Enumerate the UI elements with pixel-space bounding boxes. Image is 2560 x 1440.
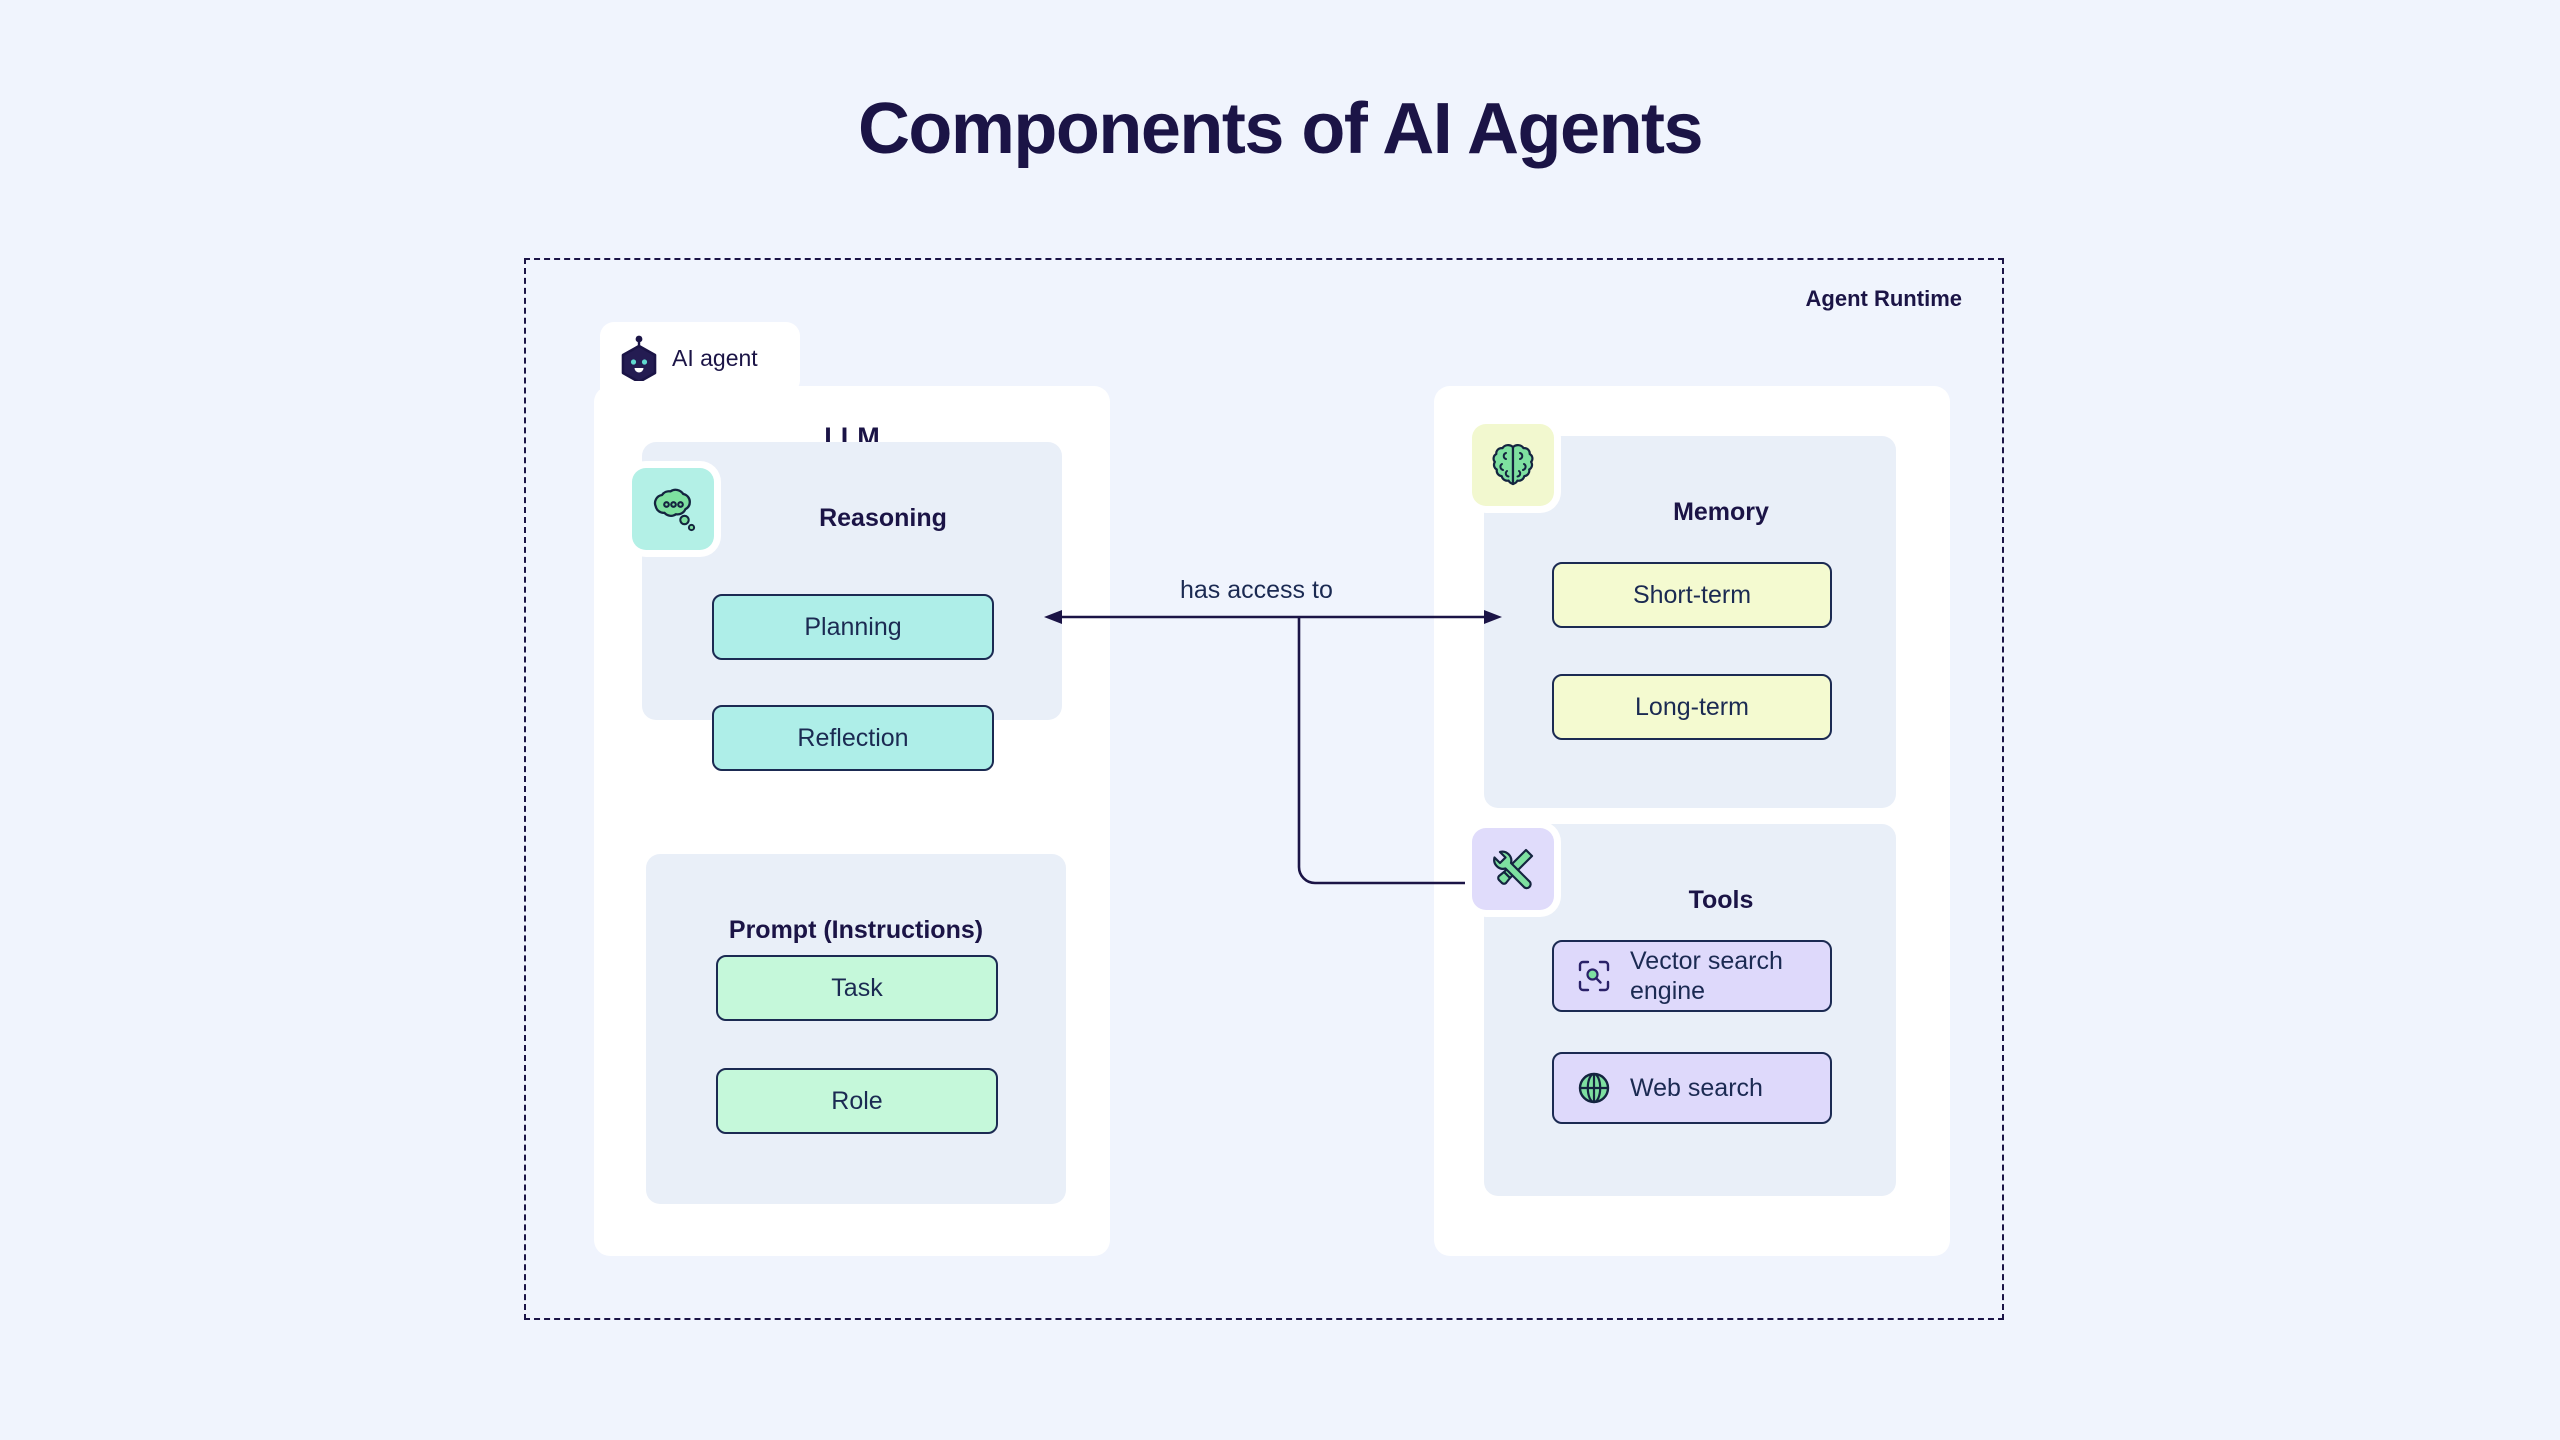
short-term-memory-box[interactable]: Short-term [1552, 562, 1832, 628]
prompt-section-title: Prompt (Instructions) [728, 916, 984, 944]
role-label: Role [831, 1086, 883, 1115]
short-term-label: Short-term [1632, 580, 1752, 609]
vector-search-engine-label: Vector search engine [1630, 946, 1783, 1006]
tools-wrench-screwdriver-icon [1472, 828, 1554, 910]
globe-icon [1576, 1070, 1612, 1106]
memory-section-title: Memory [1673, 498, 1769, 526]
has-access-to-connector [1040, 560, 1510, 1040]
scan-search-icon [1576, 958, 1612, 994]
reflection-label: Reflection [797, 723, 909, 752]
agent-runtime-label: Agent Runtime [1805, 286, 1962, 311]
tools-section-title: Tools [1688, 886, 1754, 914]
web-search-label: Web search [1630, 1073, 1763, 1102]
planning-label: Planning [804, 612, 902, 641]
task-label: Task [831, 973, 883, 1002]
long-term-label: Long-term [1635, 692, 1749, 721]
thought-bubble-icon [632, 468, 714, 550]
planning-box[interactable]: Planning [712, 594, 994, 660]
task-box[interactable]: Task [716, 955, 998, 1021]
robot-hexagon-icon [618, 335, 660, 381]
brain-icon [1472, 424, 1554, 506]
vector-search-engine-box[interactable]: Vector search engine [1552, 940, 1832, 1012]
connector-label: has access to [1180, 576, 1333, 604]
long-term-memory-box[interactable]: Long-term [1552, 674, 1832, 740]
page-title: Components of AI Agents [857, 89, 1704, 169]
ai-agent-label: AI agent [672, 344, 758, 371]
web-search-box[interactable]: Web search [1552, 1052, 1832, 1124]
ai-agent-badge: AI agent [600, 322, 800, 394]
reflection-box[interactable]: Reflection [712, 705, 994, 771]
role-box[interactable]: Role [716, 1068, 998, 1134]
prompt-section: Prompt (Instructions) [646, 854, 1066, 1204]
reasoning-section-title: Reasoning [819, 504, 947, 532]
